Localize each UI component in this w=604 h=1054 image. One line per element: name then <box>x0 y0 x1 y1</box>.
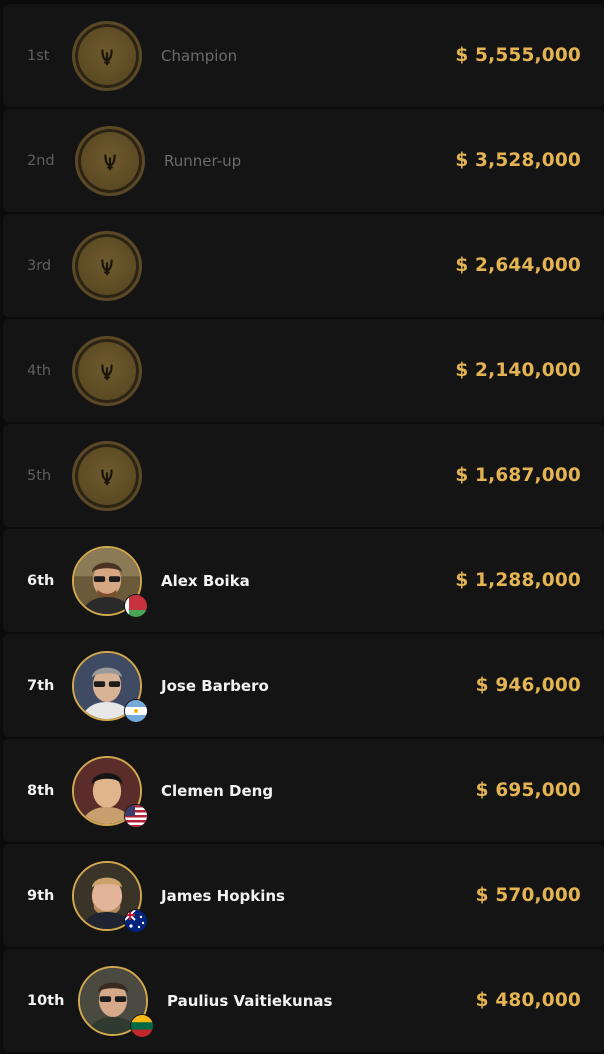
prize-amount: $ 3,528,000 <box>455 150 581 171</box>
player-avatar[interactable] <box>72 545 148 618</box>
prize-amount: $ 1,288,000 <box>455 570 581 591</box>
player-name[interactable]: Alex Boika <box>161 572 250 590</box>
prize-amount: $ 5,555,000 <box>455 45 581 66</box>
payout-row-2[interactable]: 2nd Runner-up $ 3,528,000 <box>3 109 604 212</box>
place-label: 9th <box>27 887 55 904</box>
lithuania-flag-icon <box>130 1013 154 1038</box>
prize-amount: $ 570,000 <box>475 885 581 906</box>
prize-amount: $ 2,644,000 <box>455 255 581 276</box>
payout-row-3[interactable]: 3rd $ 2,644,000 <box>3 214 604 317</box>
payout-row-1[interactable]: 1st Champion $ 5,555,000 <box>3 4 604 107</box>
belarus-flag-icon <box>124 593 148 618</box>
trophy-badge <box>75 125 145 196</box>
place-label: 8th <box>27 782 55 799</box>
prize-amount: $ 480,000 <box>475 990 581 1011</box>
player-avatar[interactable] <box>78 965 154 1038</box>
trophy-badge <box>72 230 142 301</box>
triton-logo-icon <box>72 335 142 406</box>
player-name: Runner-up <box>164 151 242 170</box>
prize-amount: $ 2,140,000 <box>455 360 581 381</box>
player-name[interactable]: Paulius Vaitiekunas <box>167 992 332 1010</box>
prize-amount: $ 946,000 <box>475 675 581 696</box>
payout-row-4[interactable]: 4th $ 2,140,000 <box>3 319 604 422</box>
payout-row-9[interactable]: 9th James Hopkins $ 570,000 <box>3 844 604 947</box>
place-label: 10th <box>27 992 65 1009</box>
place-label: 7th <box>27 677 55 694</box>
place-label: 6th <box>27 572 55 589</box>
place-label: 5th <box>27 467 52 484</box>
place-label: 2nd <box>27 152 55 169</box>
trophy-badge <box>72 440 142 511</box>
trophy-badge <box>72 335 142 406</box>
player-avatar[interactable] <box>72 860 148 933</box>
place-label: 3rd <box>27 257 52 274</box>
payout-row-5[interactable]: 5th $ 1,687,000 <box>3 424 604 527</box>
prize-amount: $ 695,000 <box>475 780 581 801</box>
trophy-badge <box>72 20 142 91</box>
payout-row-6[interactable]: 6th Alex Boika $ 1,288,000 <box>3 529 604 632</box>
australia-flag-icon <box>124 908 148 933</box>
triton-logo-icon <box>72 440 142 511</box>
player-name[interactable]: Clemen Deng <box>161 782 273 800</box>
payout-row-8[interactable]: 8th Clemen Deng $ 695,000 <box>3 739 604 842</box>
place-label: 4th <box>27 362 52 379</box>
player-name[interactable]: James Hopkins <box>161 887 285 905</box>
usa-flag-icon <box>124 803 148 828</box>
player-name: Champion <box>161 46 238 65</box>
player-name[interactable]: Jose Barbero <box>161 677 269 695</box>
triton-logo-icon <box>72 20 142 91</box>
triton-logo-icon <box>75 125 145 196</box>
argentina-flag-icon <box>124 698 148 723</box>
prize-amount: $ 1,687,000 <box>455 465 581 486</box>
triton-logo-icon <box>72 230 142 301</box>
place-label: 1st <box>27 47 50 64</box>
payout-row-10[interactable]: 10th Paulius Vaitiekunas $ 480,000 <box>3 949 604 1052</box>
payout-row-7[interactable]: 7th Jose Barbero $ 946,000 <box>3 634 604 737</box>
player-avatar[interactable] <box>72 755 148 828</box>
player-avatar[interactable] <box>72 650 148 723</box>
payout-list: 1st Champion $ 5,555,000 2nd Runner-up $… <box>3 4 604 1054</box>
